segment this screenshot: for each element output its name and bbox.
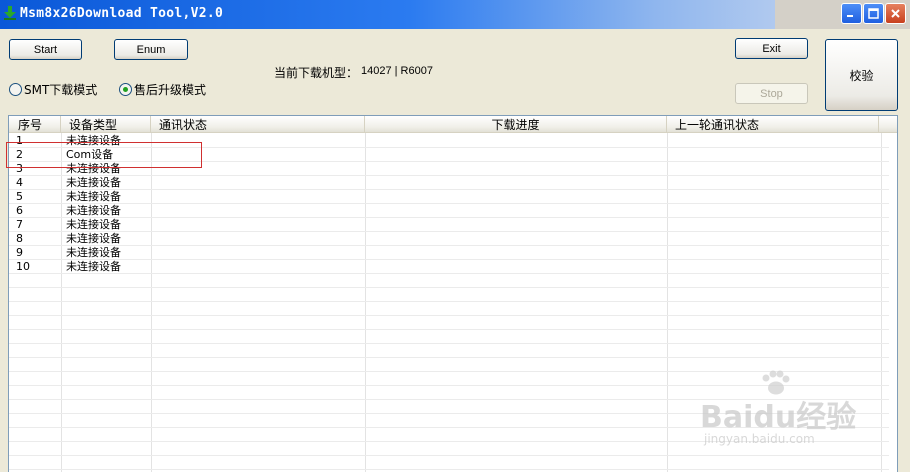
row-index: 8 [16, 232, 23, 245]
column-header-index[interactable]: 序号 [9, 116, 61, 133]
table-row[interactable]: 7 未连接设备 [9, 218, 889, 232]
download-arrow-icon [4, 6, 16, 20]
radio-circle[interactable] [9, 82, 22, 96]
row-index: 7 [16, 218, 23, 231]
highlight-box [6, 142, 202, 168]
aftersales-mode-label: 售后升级模式 [134, 82, 207, 97]
row-device-type: 未连接设备 [66, 246, 121, 259]
row-index: 10 [16, 260, 30, 273]
column-header-filler [879, 116, 897, 133]
table-header: 序号 设备类型 通讯状态 下载进度 上一轮通讯状态 [9, 116, 897, 133]
table-row[interactable]: 6 未连接设备 [9, 204, 889, 218]
column-header-device-type[interactable]: 设备类型 [61, 116, 151, 133]
maximize-button[interactable] [863, 3, 884, 24]
minimize-button[interactable] [841, 3, 862, 24]
watermark-url: jingyan.baidu.com [704, 432, 815, 446]
row-index: 6 [16, 204, 23, 217]
window-title: Msm8x26Download Tool,V2.0 [20, 6, 224, 21]
smt-mode-label: SMT下载模式 [24, 82, 98, 97]
model-label: 当前下载机型： [274, 66, 359, 80]
radio-circle-checked[interactable] [119, 82, 132, 96]
row-gridline [9, 287, 889, 288]
row-device-type: 未连接设备 [66, 190, 121, 203]
maximize-icon [868, 8, 879, 19]
watermark-brand: Baidu经验 [700, 400, 857, 435]
close-button[interactable] [885, 3, 906, 24]
enum-button[interactable]: Enum [114, 39, 188, 60]
row-index: 4 [16, 176, 23, 189]
row-device-type: 未连接设备 [66, 204, 121, 217]
row-gridline [9, 329, 889, 330]
row-index: 5 [16, 190, 23, 203]
row-index: 9 [16, 246, 23, 259]
title-bar: Msm8x26Download Tool,V2.0 [0, 0, 910, 29]
smt-mode-radio[interactable]: SMT下载模式 [9, 81, 97, 97]
verify-button[interactable]: 校验 [825, 39, 898, 111]
exit-button[interactable]: Exit [735, 38, 808, 59]
baidu-watermark: Baidu经验 jingyan.baidu.com [700, 370, 900, 470]
table-row[interactable]: 9 未连接设备 [9, 246, 889, 260]
close-icon [891, 9, 900, 18]
row-gridline [9, 301, 889, 302]
column-header-comm-status[interactable]: 通讯状态 [151, 116, 365, 133]
row-device-type: 未连接设备 [66, 260, 121, 273]
model-value: 14027 | R6007 [361, 65, 433, 77]
aftersales-mode-radio[interactable]: 售后升级模式 [119, 81, 206, 97]
row-gridline [9, 343, 889, 344]
start-button[interactable]: Start [9, 39, 82, 60]
column-header-download-progress[interactable]: 下载进度 [365, 116, 667, 133]
stop-button[interactable]: Stop [735, 83, 808, 104]
table-row[interactable]: 5 未连接设备 [9, 190, 889, 204]
row-gridline [9, 315, 889, 316]
row-device-type: 未连接设备 [66, 176, 121, 189]
row-device-type: 未连接设备 [66, 218, 121, 231]
row-device-type: 未连接设备 [66, 232, 121, 245]
table-row[interactable]: 10 未连接设备 [9, 260, 889, 274]
table-row[interactable]: 8 未连接设备 [9, 232, 889, 246]
row-gridline [9, 357, 889, 358]
column-header-last-comm-status[interactable]: 上一轮通讯状态 [667, 116, 879, 133]
minimize-icon [847, 15, 853, 17]
table-row[interactable]: 4 未连接设备 [9, 176, 889, 190]
